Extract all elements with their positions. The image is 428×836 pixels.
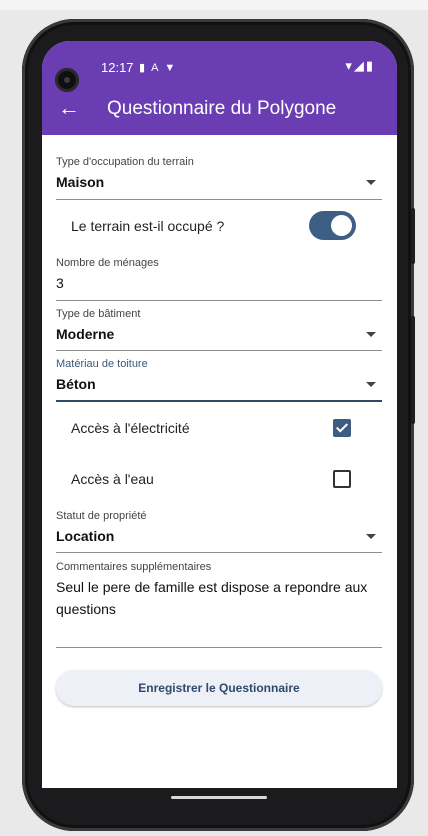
status-left-icons: ▮A▼ <box>139 61 181 74</box>
sim-card-icon: ▮ <box>139 62 152 74</box>
ownership-select[interactable]: Statut de propriété Location <box>56 510 382 553</box>
occupied-toggle-switch[interactable] <box>309 211 356 240</box>
vpn-shield-icon: ▼ <box>164 62 182 74</box>
roof-material-label: Matériau de toiture <box>56 358 148 370</box>
households-input[interactable]: Nombre de ménages 3 <box>56 257 382 301</box>
app-bar: 12:17 ▮A▼ ▾◢▮ ← Questionnaire du Polygon… <box>42 41 397 135</box>
comments-value: Seul le pere de famille est dispose a re… <box>56 579 368 617</box>
occupation-type-select[interactable]: Type d'occupation du terrain Maison <box>56 156 382 200</box>
home-indicator[interactable] <box>171 796 267 799</box>
roof-material-value: Béton <box>56 376 96 392</box>
households-value: 3 <box>56 275 64 291</box>
chevron-down-icon <box>366 534 376 539</box>
chevron-down-icon <box>366 180 376 185</box>
signal-icon: ◢ <box>353 58 366 73</box>
front-camera <box>55 68 79 92</box>
phone-side-button <box>411 208 415 264</box>
status-right-icons: ▾◢▮ <box>345 58 375 74</box>
chevron-down-icon <box>366 332 376 337</box>
comments-textarea[interactable]: Commentaires supplémentaires Seul le per… <box>56 561 382 648</box>
electricity-checkbox[interactable] <box>333 419 351 437</box>
toggle-knob <box>331 215 352 236</box>
chevron-down-icon <box>366 382 376 387</box>
battery-icon: ▮ <box>365 58 375 73</box>
comments-label: Commentaires supplémentaires <box>56 561 212 573</box>
wifi-icon: ▾ <box>345 58 354 73</box>
water-label: Accès à l'eau <box>71 471 154 487</box>
occupation-type-value: Maison <box>56 174 105 190</box>
water-checkbox[interactable] <box>333 470 351 488</box>
roof-material-select[interactable]: Matériau de toiture Béton <box>56 358 382 402</box>
phone-volume-button <box>411 316 415 424</box>
occupied-toggle-label: Le terrain est-il occupé ? <box>71 218 225 234</box>
page-title: Questionnaire du Polygone <box>107 98 337 119</box>
building-type-value: Moderne <box>56 326 115 342</box>
households-label: Nombre de ménages <box>56 257 159 269</box>
occupation-type-label: Type d'occupation du terrain <box>56 156 194 168</box>
ownership-label: Statut de propriété <box>56 510 147 522</box>
building-type-label: Type de bâtiment <box>56 308 141 320</box>
status-time: 12:17 <box>101 60 134 75</box>
notification-a-icon: A <box>151 62 165 74</box>
electricity-label: Accès à l'électricité <box>71 420 190 436</box>
save-questionnaire-button[interactable]: Enregistrer le Questionnaire <box>56 670 382 706</box>
browser-top-strip <box>0 0 428 10</box>
back-arrow-icon[interactable]: ← <box>58 97 80 119</box>
ownership-value: Location <box>56 528 115 544</box>
status-bar: 12:17 ▮A▼ ▾◢▮ <box>42 55 397 92</box>
building-type-select[interactable]: Type de bâtiment Moderne <box>56 308 382 351</box>
phone-screen: 12:17 ▮A▼ ▾◢▮ ← Questionnaire du Polygon… <box>42 41 397 788</box>
